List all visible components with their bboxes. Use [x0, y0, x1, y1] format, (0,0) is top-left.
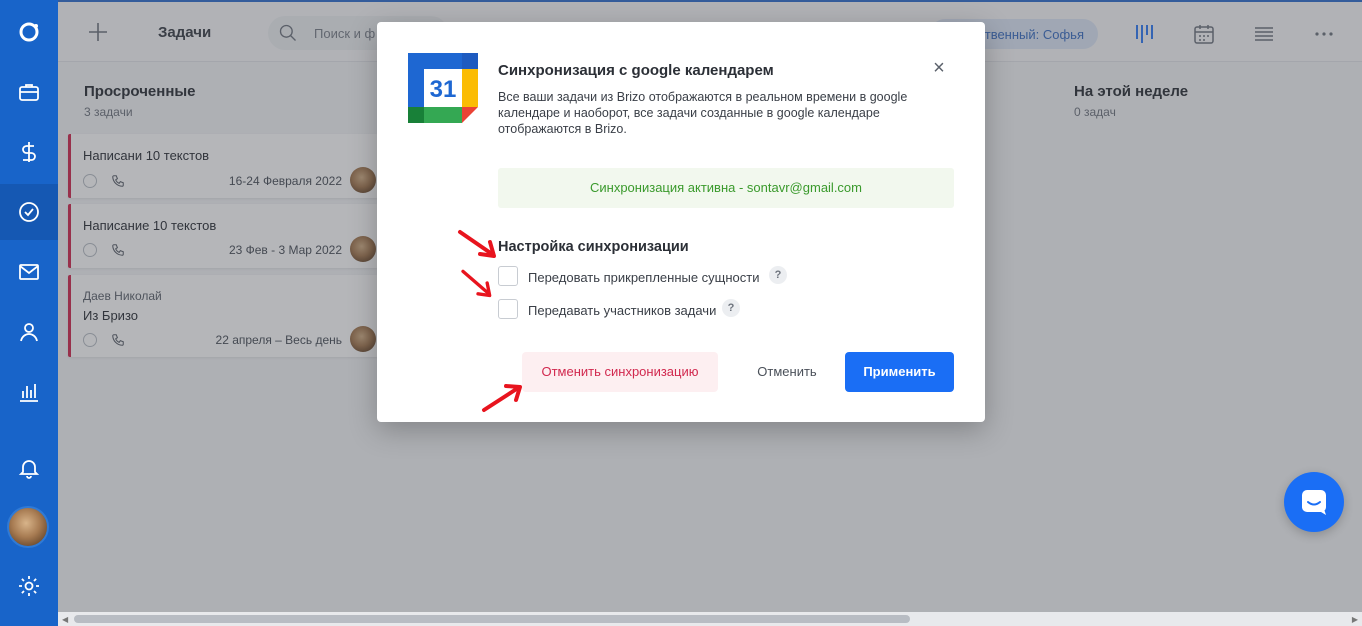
- apply-button[interactable]: Применить: [845, 352, 954, 392]
- sync-settings-heading: Настройка синхронизации: [498, 239, 689, 255]
- task-participants-label: Передавать участников задачи: [528, 303, 717, 318]
- settings-gear-icon[interactable]: [0, 558, 58, 614]
- google-calendar-sync-dialog: 31 Синхронизация с google календарем × В…: [377, 22, 985, 422]
- bell-icon[interactable]: [0, 440, 58, 496]
- tasks-check-icon[interactable]: [0, 184, 58, 240]
- dollar-icon[interactable]: [0, 124, 58, 180]
- annotation-arrow-icon: [458, 230, 496, 258]
- annotation-arrow-icon: [461, 269, 492, 298]
- scroll-right-arrow-icon[interactable]: ▶: [1352, 615, 1358, 624]
- help-icon[interactable]: ?: [769, 266, 787, 284]
- dialog-title: Синхронизация с google календарем: [498, 62, 774, 79]
- sidebar: [0, 0, 58, 626]
- support-chat-button[interactable]: [1284, 472, 1344, 532]
- chat-icon: [1302, 490, 1326, 515]
- cancel-sync-button[interactable]: Отменить синхронизацию: [522, 352, 718, 392]
- attached-entities-checkbox[interactable]: [498, 266, 518, 286]
- sync-status-banner: Синхронизация активна - sontavr@gmail.co…: [498, 168, 954, 208]
- task-participants-checkbox[interactable]: [498, 299, 518, 319]
- scrollbar-thumb[interactable]: [74, 615, 910, 623]
- dialog-description: Все ваши задачи из Brizo отображаются в …: [498, 90, 908, 136]
- briefcase-icon[interactable]: [0, 64, 58, 120]
- cancel-button[interactable]: Отменить: [747, 352, 827, 392]
- scroll-left-arrow-icon[interactable]: ◀: [62, 615, 68, 624]
- calendar-day-number: 31: [430, 76, 457, 103]
- user-icon[interactable]: [0, 304, 58, 360]
- close-icon[interactable]: ×: [929, 58, 949, 78]
- user-avatar[interactable]: [7, 506, 49, 548]
- analytics-icon[interactable]: [0, 364, 58, 420]
- mail-icon[interactable]: [0, 244, 58, 300]
- brizo-logo-icon[interactable]: [0, 4, 58, 60]
- annotation-arrow-icon: [482, 384, 522, 412]
- help-icon[interactable]: ?: [722, 299, 740, 317]
- horizontal-scrollbar[interactable]: ◀ ▶: [58, 612, 1362, 626]
- attached-entities-label: Передовать прикрепленные сущности: [528, 270, 760, 285]
- google-calendar-icon: 31: [408, 53, 478, 123]
